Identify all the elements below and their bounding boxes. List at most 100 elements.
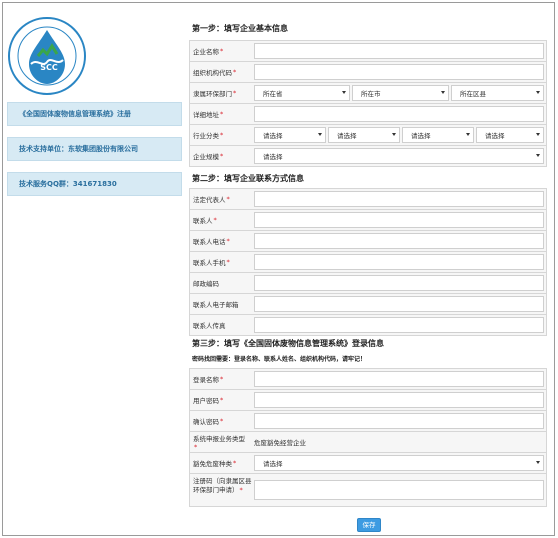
field-row-company-name: 企业名称 * xyxy=(189,41,547,62)
label-password: 用户密码 xyxy=(193,397,219,405)
field-row-scale: 企业规模 * 请选择 xyxy=(189,146,547,167)
sidebar-item-register[interactable]: 《全国固体废物信息管理系统》注册 xyxy=(7,102,182,126)
field-row-contact: 联系人 * xyxy=(189,210,547,231)
field-row-org-code: 组织机构代码 * xyxy=(189,62,547,83)
required-mark: * xyxy=(239,486,243,494)
business-type-value: 危废豁免经营企业 xyxy=(254,439,306,447)
field-row-fax: 联系人传真 xyxy=(189,315,547,336)
label-env-dept: 隶属环保部门 xyxy=(193,90,232,98)
step2-form: 法定代表人 * 联系人 * 联系人电话 * 联系人手机 * 邮政编码 联系人电子邮箱 联… xyxy=(189,188,547,336)
industry-select-3[interactable]: 请选择 xyxy=(402,127,474,143)
label-industry: 行业分类 xyxy=(193,132,219,140)
label-login: 登录名称 xyxy=(193,376,219,384)
reg-code-input[interactable] xyxy=(254,480,544,500)
logo-text: SCC xyxy=(40,63,58,72)
required-mark: * xyxy=(220,110,224,118)
contact-phone-input[interactable] xyxy=(254,233,544,249)
chevron-down-icon xyxy=(536,91,540,94)
sidebar-item-label: 技术服务QQ群：341671830 xyxy=(19,180,117,188)
exempt-type-select[interactable]: 请选择 xyxy=(254,455,544,471)
field-row-contact-mobile: 联系人手机 * xyxy=(189,252,547,273)
province-select[interactable]: 所在省 xyxy=(254,85,350,101)
chevron-down-icon xyxy=(441,91,445,94)
label-company-name: 企业名称 xyxy=(193,48,219,56)
password-input[interactable] xyxy=(254,392,544,408)
required-mark: * xyxy=(220,152,224,160)
label-exempt-type: 豁免危废种类 xyxy=(193,460,232,468)
sidebar-item-label: 《全国固体废物信息管理系统》注册 xyxy=(19,110,131,118)
field-row-password: 用户密码 * xyxy=(189,390,547,411)
province-value: 所在省 xyxy=(263,90,283,98)
industry-select-4[interactable]: 请选择 xyxy=(476,127,544,143)
label-contact-mobile: 联系人手机 xyxy=(193,259,226,267)
field-row-contact-phone: 联系人电话 * xyxy=(189,231,547,252)
industry-select-2[interactable]: 请选择 xyxy=(328,127,400,143)
password-recovery-note: 密码找回需要：登录名称、联系人姓名、组织机构代码，请牢记！ xyxy=(192,356,367,363)
required-mark: * xyxy=(220,47,224,55)
field-row-legal-rep: 法定代表人 * xyxy=(189,189,547,210)
field-row-reg-code: 注册码（向隶属区县环保部门申请）* xyxy=(189,474,547,507)
label-confirm-password: 确认密码 xyxy=(193,418,219,426)
sidebar: SCC 《全国固体废物信息管理系统》注册 技术支持单位：东软集团股份有限公司 技… xyxy=(3,3,183,533)
field-row-address: 详细地址 * xyxy=(189,104,547,125)
exempt-type-value: 请选择 xyxy=(263,460,283,468)
field-row-login: 登录名称 * xyxy=(189,369,547,390)
step1-title: 第一步：填写企业基本信息 xyxy=(192,24,288,33)
field-row-industry: 行业分类 * 请选择 请选择 请选择 请选择 xyxy=(189,125,547,146)
org-code-input[interactable] xyxy=(254,64,544,80)
required-mark: * xyxy=(220,131,224,139)
required-mark: * xyxy=(233,459,237,467)
required-mark: * xyxy=(233,68,237,76)
label-contact-phone: 联系人电话 xyxy=(193,238,226,246)
label-fax: 联系人传真 xyxy=(193,322,226,330)
chevron-down-icon xyxy=(536,461,540,464)
contact-mobile-input[interactable] xyxy=(254,254,544,270)
scc-logo-icon xyxy=(8,17,86,95)
city-value: 所在市 xyxy=(361,90,381,98)
field-row-confirm-password: 确认密码 * xyxy=(189,411,547,432)
industry-value-2: 请选择 xyxy=(337,132,357,140)
county-value: 所在区县 xyxy=(460,90,486,98)
contact-input[interactable] xyxy=(254,212,544,228)
address-input[interactable] xyxy=(254,106,544,122)
field-row-email: 联系人电子邮箱 xyxy=(189,294,547,315)
label-legal-rep: 法定代表人 xyxy=(193,196,226,204)
company-name-input[interactable] xyxy=(254,43,544,59)
field-row-business-type: 系统申报业务类型 * 危废豁免经营企业 xyxy=(189,432,547,453)
required-mark: * xyxy=(220,375,224,383)
sidebar-item-support: 技术支持单位：东软集团股份有限公司 xyxy=(7,137,182,161)
label-org-code: 组织机构代码 xyxy=(193,69,232,77)
chevron-down-icon xyxy=(318,133,322,136)
label-contact: 联系人 xyxy=(193,217,213,225)
step1-form: 企业名称 * 组织机构代码 * 隶属环保部门 * 所在省 所在市 所在区县 详细地址 *… xyxy=(189,40,547,167)
required-mark: * xyxy=(226,258,230,266)
step3-title: 第三步：填写《全国固体废物信息管理系统》登录信息 xyxy=(192,339,384,348)
label-email: 联系人电子邮箱 xyxy=(193,301,239,309)
city-select[interactable]: 所在市 xyxy=(352,85,449,101)
required-mark: * xyxy=(213,216,217,224)
legal-rep-input[interactable] xyxy=(254,191,544,207)
label-address: 详细地址 xyxy=(193,111,219,119)
required-mark: * xyxy=(220,396,224,404)
fax-input[interactable] xyxy=(254,317,544,333)
scale-select[interactable]: 请选择 xyxy=(254,148,544,164)
chevron-down-icon xyxy=(466,133,470,136)
industry-value-4: 请选择 xyxy=(485,132,505,140)
confirm-password-input[interactable] xyxy=(254,413,544,429)
sidebar-item-qq: 技术服务QQ群：341671830 xyxy=(7,172,182,196)
chevron-down-icon xyxy=(536,133,540,136)
postcode-input[interactable] xyxy=(254,275,544,291)
required-mark: * xyxy=(226,195,230,203)
industry-value-1: 请选择 xyxy=(263,132,283,140)
county-select[interactable]: 所在区县 xyxy=(451,85,544,101)
field-row-exempt-type: 豁免危废种类 * 请选择 xyxy=(189,453,547,474)
chevron-down-icon xyxy=(536,154,540,157)
industry-select-1[interactable]: 请选择 xyxy=(254,127,326,143)
save-button[interactable]: 保存 xyxy=(357,518,381,532)
required-mark: * xyxy=(226,237,230,245)
login-input[interactable] xyxy=(254,371,544,387)
industry-value-3: 请选择 xyxy=(411,132,431,140)
required-mark: * xyxy=(233,89,237,97)
email-input[interactable] xyxy=(254,296,544,312)
step3-form: 登录名称 * 用户密码 * 确认密码 * 系统申报业务类型 * 危废豁免经营企业 豁免危… xyxy=(189,368,547,507)
